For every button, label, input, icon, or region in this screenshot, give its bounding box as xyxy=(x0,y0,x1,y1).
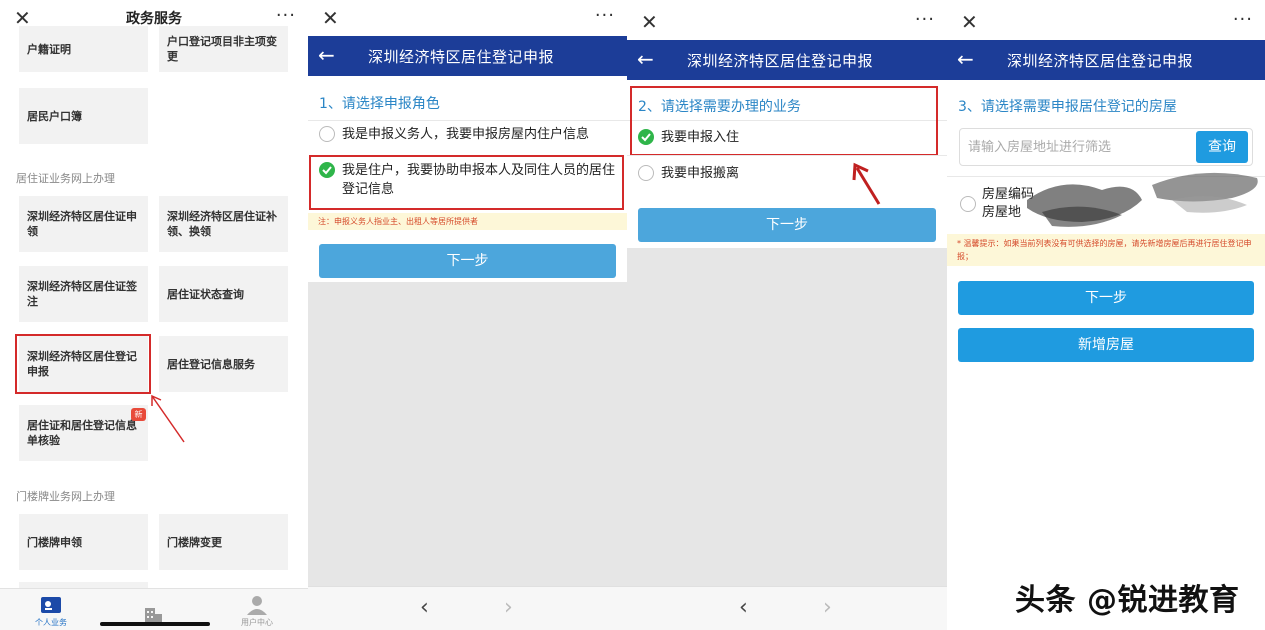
tab-user-center[interactable]: 用户中心 xyxy=(222,595,292,628)
home-indicator xyxy=(100,622,210,626)
highlight-box xyxy=(630,86,938,156)
watermark: 头条 @锐进教育 xyxy=(1015,583,1240,618)
back-arrow-icon[interactable]: ← xyxy=(318,43,335,67)
role-option-obligor[interactable]: 我是申报义务人，我要申报房屋内住户信息 xyxy=(319,125,619,144)
query-button[interactable]: 查询 xyxy=(1196,131,1248,163)
tab-bar: 个人业务 用户中心 xyxy=(0,588,308,630)
id-card-icon xyxy=(41,597,61,613)
form-header: ← 深圳经济特区居住登记申报 xyxy=(308,36,627,76)
tile-permit-verify[interactable]: 居住证和居住登记信息单核验 xyxy=(19,405,148,461)
tile-doorplate-apply[interactable]: 门楼牌申领 xyxy=(19,514,148,570)
back-arrow-icon[interactable]: ← xyxy=(637,47,654,71)
option-move-out[interactable]: 我要申报搬离 xyxy=(638,164,939,183)
nav-bar: ‹ › xyxy=(308,586,627,630)
tile-permit-status[interactable]: 居住证状态查询 xyxy=(159,266,288,322)
tile-doorplate-change[interactable]: 门楼牌变更 xyxy=(159,514,288,570)
tile-permit-endorse[interactable]: 深圳经济特区居住证签注 xyxy=(19,266,148,322)
form-title: 深圳经济特区居住登记申报 xyxy=(687,52,874,70)
business-select-panel: ✕ ··· ← 深圳经济特区居住登记申报 2、请选择需要办理的业务 我要申报入住… xyxy=(627,0,947,630)
new-badge: 新 xyxy=(131,408,146,421)
more-icon[interactable]: ··· xyxy=(595,4,615,28)
next-button[interactable]: 下一步 xyxy=(319,244,616,278)
nav-forward-icon[interactable]: › xyxy=(823,595,832,621)
more-icon[interactable]: ··· xyxy=(1233,8,1253,32)
radio-icon xyxy=(319,126,335,142)
section-heading: 门楼牌业务网上办理 xyxy=(16,490,115,503)
close-icon[interactable]: ✕ xyxy=(961,10,978,34)
gov-services-panel: ✕ 政务服务 ··· 户籍证明 户口登记项目非主项变更 居民户口簿 居住证业务网… xyxy=(0,0,308,630)
search-input[interactable] xyxy=(968,137,1188,157)
form-header: ← 深圳经济特区居住登记申报 xyxy=(947,40,1265,80)
ink-blot-overlay xyxy=(1027,172,1258,227)
step-label: 1、请选择申报角色 xyxy=(319,96,440,112)
add-house-button[interactable]: 新增房屋 xyxy=(958,328,1254,362)
page-title: 政务服务 xyxy=(126,11,182,27)
close-icon[interactable]: ✕ xyxy=(641,10,658,34)
tile-household-book[interactable]: 居民户口簿 xyxy=(19,88,148,144)
note-text: 注：申报义务人指业主、出租人等居所提供者 xyxy=(308,213,627,230)
more-icon[interactable]: ··· xyxy=(276,4,296,28)
divider xyxy=(627,155,947,156)
divider xyxy=(308,120,627,121)
red-arrow-icon xyxy=(852,162,881,205)
form-header: ← 深圳经济特区居住登记申报 xyxy=(627,40,947,80)
form-title: 深圳经济特区居住登记申报 xyxy=(368,48,555,66)
tile-household-cert[interactable]: 户籍证明 xyxy=(19,26,148,72)
nav-forward-icon[interactable]: › xyxy=(504,595,513,621)
house-select-panel: ✕ ··· ← 深圳经济特区居住登记申报 3、请选择需要申报居住登记的房屋 查询… xyxy=(947,0,1265,630)
more-icon[interactable]: ··· xyxy=(915,8,935,32)
back-arrow-icon[interactable]: ← xyxy=(957,47,974,71)
form-body: 1、请选择申报角色 我是申报义务人，我要申报房屋内住户信息 我是住户，我要协助申… xyxy=(308,76,627,282)
next-button[interactable]: 下一步 xyxy=(638,208,936,242)
section-heading: 居住证业务网上办理 xyxy=(16,172,115,185)
nav-bar: ‹ › xyxy=(627,586,947,630)
nav-back-icon[interactable]: ‹ xyxy=(420,595,429,621)
step-label: 3、请选择需要申报居住登记的房屋 xyxy=(958,99,1177,115)
tile-household-change[interactable]: 户口登记项目非主项变更 xyxy=(159,26,288,72)
top-bar: ✕ ··· xyxy=(627,0,947,40)
radio-icon xyxy=(638,165,654,181)
tile-residence-info[interactable]: 居住登记信息服务 xyxy=(159,336,288,392)
tile-permit-apply[interactable]: 深圳经济特区居住证申领 xyxy=(19,196,148,252)
nav-back-icon[interactable]: ‹ xyxy=(739,595,748,621)
highlight-box xyxy=(309,155,624,210)
close-icon[interactable]: ✕ xyxy=(322,6,339,30)
red-arrow-icon xyxy=(151,394,185,443)
form-body: 2、请选择需要办理的业务 我要申报入住 我要申报搬离 下一步 xyxy=(627,80,947,248)
user-icon xyxy=(247,596,267,615)
role-select-panel: ✕ ··· ← 深圳经济特区居住登记申报 1、请选择申报角色 我是申报义务人，我… xyxy=(308,0,627,630)
house-radio[interactable] xyxy=(960,196,976,212)
top-bar: ✕ ··· xyxy=(308,0,627,36)
tab-personal[interactable]: 个人业务 xyxy=(16,595,86,628)
top-bar: ✕ ··· xyxy=(947,0,1265,40)
next-button[interactable]: 下一步 xyxy=(958,281,1254,315)
tile-permit-reissue[interactable]: 深圳经济特区居住证补领、换领 xyxy=(159,196,288,252)
hint-text: * 温馨提示：如果当前列表没有可供选择的房屋，请先新增房屋后再进行居住登记申报； xyxy=(947,234,1265,266)
form-title: 深圳经济特区居住登记申报 xyxy=(1007,52,1194,70)
highlight-box xyxy=(15,334,151,394)
